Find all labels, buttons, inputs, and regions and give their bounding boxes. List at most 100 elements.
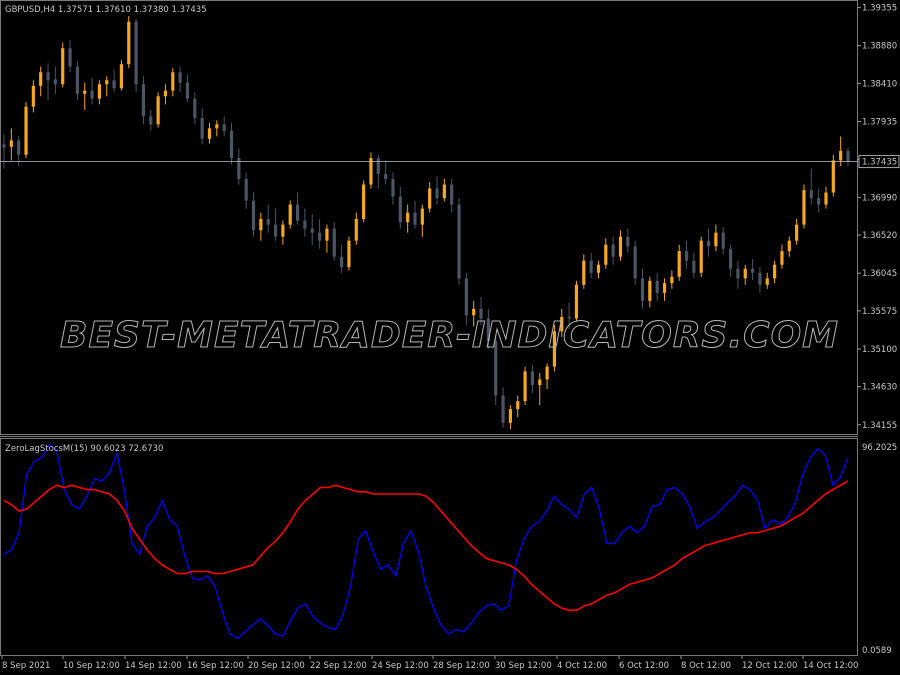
candle-body — [809, 190, 813, 199]
current-price-label: 1.37435 — [862, 158, 897, 168]
candle-body — [743, 268, 747, 279]
candle-body — [787, 240, 791, 252]
candle-body — [736, 268, 740, 279]
candle-body — [61, 48, 65, 85]
price-tick-label: 1.38880 — [862, 42, 897, 52]
candle-body — [97, 84, 102, 99]
watermark-text: BEST-METATRADER-INDICATORS.COM — [60, 315, 839, 356]
candle-body — [684, 251, 689, 261]
price-tick-label: 1.35100 — [862, 345, 897, 355]
time-tick-label: 8 Sep 2021 — [2, 661, 50, 671]
candle-body — [802, 190, 806, 225]
candle-body — [332, 228, 336, 257]
candle-body — [538, 379, 542, 386]
candle-body — [574, 284, 579, 319]
price-tick-label: 1.35575 — [862, 307, 897, 317]
price-tick-label: 1.38410 — [862, 79, 897, 89]
candle-body — [714, 232, 718, 247]
candle-body — [178, 72, 182, 83]
candle-body — [317, 232, 322, 241]
candle-body — [325, 228, 329, 241]
candle-body — [171, 72, 175, 91]
candle-body — [149, 116, 153, 125]
candle-body — [618, 236, 623, 257]
time-tick-label: 16 Sep 12:00 — [187, 661, 244, 671]
indicator-header: ZeroLagStocsM(15) 90.6023 72.6730 — [5, 444, 163, 454]
candle-body — [53, 79, 57, 85]
time-tick-label: 30 Sep 12:00 — [495, 661, 552, 671]
candle-body — [640, 278, 645, 301]
candle-body — [185, 82, 190, 99]
time-tick-label: 20 Sep 12:00 — [248, 661, 305, 671]
candle-body — [207, 128, 212, 139]
candle-body — [75, 66, 79, 94]
candle-body — [846, 150, 850, 162]
candle-body — [24, 106, 28, 155]
candle-body — [193, 98, 197, 118]
candle-body — [376, 158, 380, 175]
candle-body — [347, 240, 351, 268]
candle-body — [450, 184, 454, 205]
candle-body — [464, 278, 468, 316]
candle-body — [362, 184, 366, 220]
price-tick-label: 1.36520 — [862, 231, 897, 241]
candle-body — [442, 184, 446, 199]
candle-body — [545, 366, 549, 380]
candle-body — [127, 21, 131, 65]
price-tick-label: 1.34155 — [862, 421, 897, 431]
price-tick-label: 1.34630 — [862, 383, 897, 393]
candle-body — [817, 198, 821, 205]
candle-body — [310, 228, 314, 233]
candle-body — [670, 276, 674, 284]
candle-body — [156, 96, 160, 125]
candle-body — [384, 174, 388, 179]
price-tick-label: 1.36045 — [862, 269, 897, 279]
candle-body — [582, 260, 586, 285]
candle-body — [406, 212, 410, 223]
candle-body — [90, 90, 94, 99]
candle-body — [626, 236, 630, 247]
time-tick-label: 4 Oct 12:00 — [557, 661, 607, 671]
candle-body — [17, 140, 21, 155]
candle-body — [596, 264, 601, 273]
candle-body — [516, 401, 520, 410]
candle-body — [721, 232, 725, 249]
candle-body — [222, 124, 226, 131]
candle-body — [281, 224, 285, 237]
chart-window[interactable]: 1.393551.388801.384101.379351.374651.369… — [0, 0, 900, 675]
candle-body — [604, 244, 608, 265]
candle-body — [105, 80, 109, 85]
candle-body — [428, 188, 432, 209]
time-tick-label: 10 Sep 12:00 — [63, 661, 120, 671]
time-tick-label: 6 Oct 12:00 — [619, 661, 669, 671]
candle-body — [699, 240, 703, 273]
price-tick-label: 1.39355 — [862, 4, 897, 14]
symbol-header: GBPUSD,H4 1.37571 1.37610 1.37380 1.3743… — [5, 5, 207, 15]
candle-body — [523, 371, 527, 402]
candle-body — [391, 178, 395, 197]
time-tick-label: 8 Oct 12:00 — [681, 661, 731, 671]
candle-body — [134, 21, 138, 85]
price-tick-label: 1.36990 — [862, 193, 897, 203]
time-tick-label: 14 Oct 12:00 — [803, 661, 858, 671]
candle-body — [119, 64, 124, 89]
candle-body — [706, 240, 711, 247]
candle-body — [163, 90, 168, 97]
candle-body — [2, 144, 6, 148]
candle-body — [655, 280, 659, 293]
candle-body — [633, 246, 637, 279]
time-tick-label: 12 Oct 12:00 — [742, 661, 797, 671]
candle-body — [9, 140, 13, 147]
candle-body — [750, 268, 755, 273]
candle-body — [530, 371, 535, 386]
candle-body — [229, 130, 234, 159]
candle-body — [83, 90, 87, 94]
candle-body — [340, 256, 344, 268]
candle-body — [765, 278, 769, 285]
candle-body — [677, 251, 681, 277]
candle-body — [39, 72, 43, 86]
candle-body — [303, 220, 307, 229]
candle-body — [831, 160, 835, 193]
candle-body — [420, 208, 424, 225]
candle-body — [266, 219, 270, 225]
